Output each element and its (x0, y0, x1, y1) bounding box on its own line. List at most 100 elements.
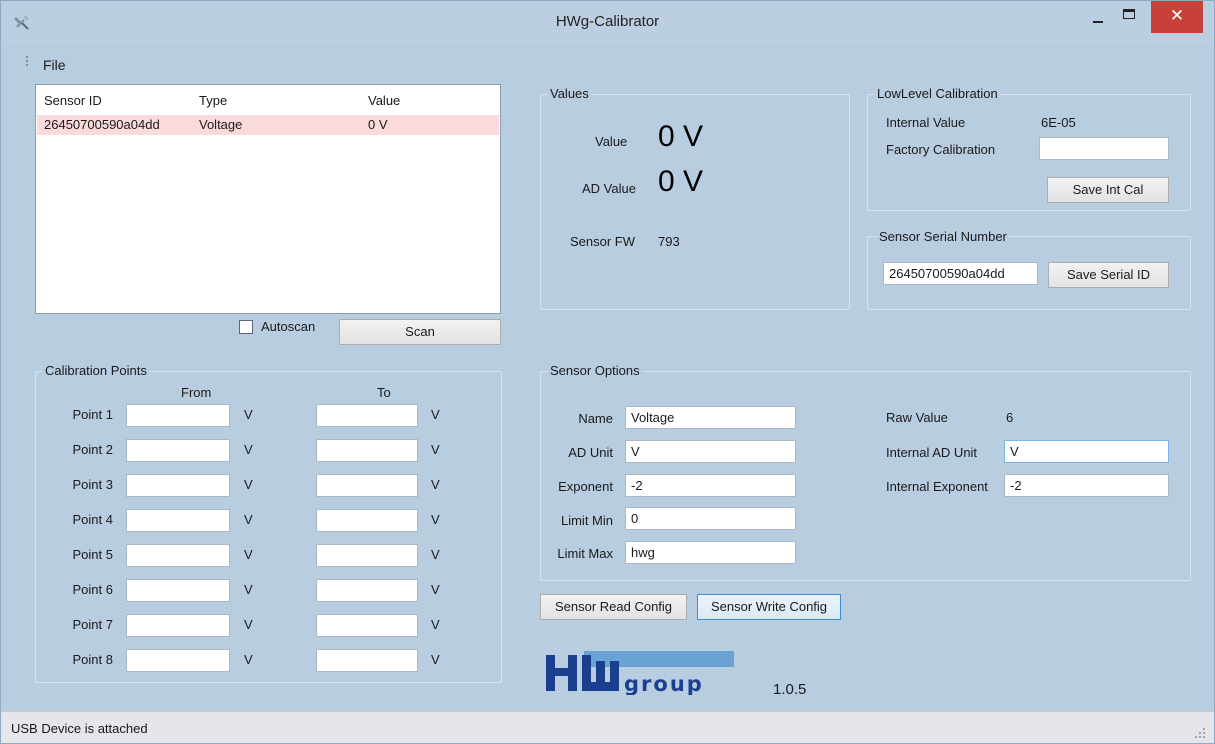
menu-file[interactable]: File (43, 57, 66, 73)
point-7-to-unit: V (431, 617, 440, 632)
point-8-label: Point 8 (72, 652, 113, 667)
limit-max-label: Limit Max (557, 546, 613, 561)
point-3-label: Point 3 (72, 477, 113, 492)
point-3-to-input[interactable] (316, 474, 418, 497)
point-4-to-unit: V (431, 512, 440, 527)
autoscan-label: Autoscan (261, 319, 316, 334)
point-3-from-input[interactable] (126, 474, 230, 497)
internal-ad-unit-input[interactable]: V (1004, 440, 1169, 463)
serial-number-input[interactable]: 26450700590a04dd (883, 262, 1038, 285)
row-type: Voltage (199, 117, 243, 132)
version-label: 1.0.5 (773, 681, 807, 698)
point-1-label: Point 1 (72, 407, 113, 422)
point-7-from-unit: V (244, 617, 253, 632)
point-2-to-unit: V (431, 442, 440, 457)
minimize-icon (1093, 21, 1103, 23)
name-label: Name (578, 411, 613, 426)
close-icon: ✕ (1169, 6, 1185, 25)
exponent-label: Exponent (558, 479, 613, 494)
sensor-list[interactable]: Sensor ID Type Value 26450700590a04dd Vo… (35, 84, 501, 314)
save-int-cal-button[interactable]: Save Int Cal (1047, 177, 1169, 203)
point-2-from-unit: V (244, 442, 253, 457)
point-2-label: Point 2 (72, 442, 113, 457)
minimize-button[interactable] (1083, 1, 1113, 33)
point-4-to-input[interactable] (316, 509, 418, 532)
point-1-from-input[interactable] (126, 404, 230, 427)
from-header: From (181, 385, 212, 400)
point-5-from-unit: V (244, 547, 253, 562)
table-row[interactable]: 26450700590a04dd Voltage 0 V (37, 115, 499, 135)
point-1-to-input[interactable] (316, 404, 418, 427)
name-input[interactable]: Voltage (625, 406, 796, 429)
raw-value: 6 (1006, 410, 1014, 425)
svg-text:group: group (624, 672, 704, 695)
point-6-from-unit: V (244, 582, 253, 597)
limit-min-label: Limit Min (560, 513, 613, 528)
point-7-from-input[interactable] (126, 614, 230, 637)
sensor-options-title: Sensor Options (548, 363, 642, 378)
menu-bar (1, 43, 1214, 73)
point-8-to-input[interactable] (316, 649, 418, 672)
ad-value-display: 0 V (658, 165, 704, 198)
sensor-fw-label: Sensor FW (570, 234, 636, 249)
factory-calibration-label: Factory Calibration (886, 142, 996, 157)
point-4-label: Point 4 (72, 512, 113, 527)
point-5-to-input[interactable] (316, 544, 418, 567)
row-value: 0 V (368, 117, 388, 132)
save-serial-id-button[interactable]: Save Serial ID (1048, 262, 1169, 288)
resize-grip-icon[interactable] (1193, 728, 1207, 740)
point-3-from-unit: V (244, 477, 253, 492)
hwgroup-logo: group (546, 651, 734, 695)
calibration-points-title: Calibration Points (43, 363, 149, 378)
scan-button[interactable]: Scan (339, 319, 501, 345)
exponent-input[interactable]: -2 (625, 474, 796, 497)
window-title: HWg-Calibrator (555, 13, 660, 30)
sensor-fw-value: 793 (658, 234, 680, 249)
column-sensor-id[interactable]: Sensor ID (44, 93, 102, 108)
limit-max-input[interactable]: hwg (625, 541, 796, 564)
point-6-to-unit: V (431, 582, 440, 597)
limit-min-input[interactable]: 0 (625, 507, 796, 530)
sensor-read-config-button[interactable]: Sensor Read Config (540, 594, 687, 620)
close-button[interactable]: ✕ (1151, 1, 1203, 33)
sensor-list-header: Sensor ID Type Value (36, 85, 500, 115)
point-8-to-unit: V (431, 652, 440, 667)
point-5-from-input[interactable] (126, 544, 230, 567)
point-6-to-input[interactable] (316, 579, 418, 602)
point-5-label: Point 5 (72, 547, 113, 562)
point-1-from-unit: V (244, 407, 253, 422)
column-type[interactable]: Type (199, 93, 227, 108)
raw-value-label: Raw Value (886, 410, 948, 425)
point-7-label: Point 7 (72, 617, 113, 632)
row-sensor-id: 26450700590a04dd (44, 117, 160, 132)
internal-value: 6E-05 (1041, 115, 1076, 130)
column-value[interactable]: Value (368, 93, 400, 108)
point-6-from-input[interactable] (126, 579, 230, 602)
menu-grip-icon (26, 56, 29, 70)
internal-value-label: Internal Value (886, 115, 966, 130)
serial-number-title: Sensor Serial Number (877, 229, 1009, 244)
point-3-to-unit: V (431, 477, 440, 492)
point-8-from-unit: V (244, 652, 253, 667)
sensor-write-config-button[interactable]: Sensor Write Config (697, 594, 841, 620)
autoscan-checkbox[interactable] (239, 320, 253, 334)
factory-calibration-input[interactable] (1039, 137, 1169, 160)
point-5-to-unit: V (431, 547, 440, 562)
internal-exponent-input[interactable]: -2 (1004, 474, 1169, 497)
ad-unit-label: AD Unit (568, 445, 613, 460)
point-7-to-input[interactable] (316, 614, 418, 637)
point-1-to-unit: V (431, 407, 440, 422)
values-group-title: Values (548, 86, 591, 101)
lowlevel-calibration-title: LowLevel Calibration (875, 86, 1000, 101)
status-bar: USB Device is attached (1, 711, 1214, 743)
point-2-from-input[interactable] (126, 439, 230, 462)
maximize-icon (1123, 9, 1135, 19)
point-4-from-input[interactable] (126, 509, 230, 532)
point-8-from-input[interactable] (126, 649, 230, 672)
title-bar: HWg-Calibrator ✕ (1, 1, 1214, 43)
ad-unit-input[interactable]: V (625, 440, 796, 463)
app-window: HWg-Calibrator ✕ File Sensor ID Type Val… (0, 0, 1215, 744)
point-2-to-input[interactable] (316, 439, 418, 462)
maximize-button[interactable] (1113, 1, 1145, 33)
internal-exponent-label: Internal Exponent (886, 479, 988, 494)
